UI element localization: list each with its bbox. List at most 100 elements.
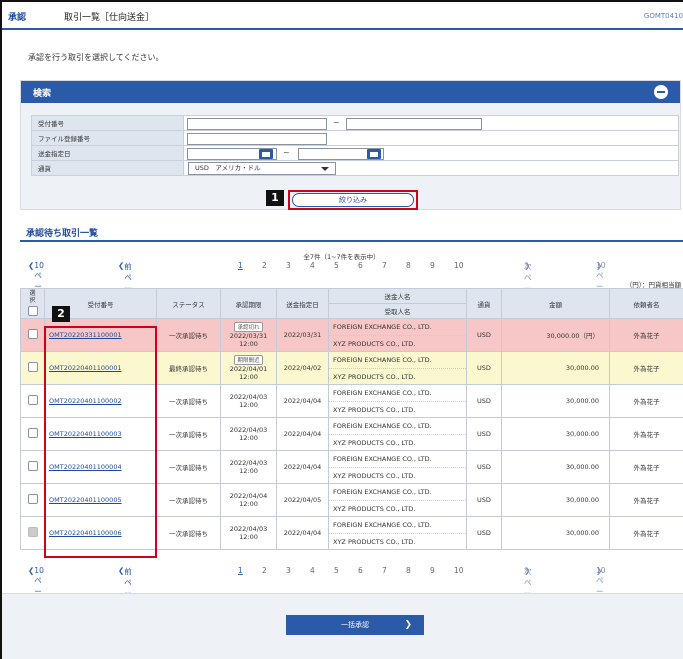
status-cell: 一次承認待ち: [156, 417, 221, 451]
page-title: 取引一覧［仕向送金］: [64, 13, 155, 23]
prev10-link[interactable]: ❮ 10ページ前: [28, 566, 44, 618]
bulk-approve-button[interactable]: 一括承認 ❯: [286, 615, 424, 635]
highlight-box: [44, 326, 157, 558]
next-page-link[interactable]: 次ページ ❯: [524, 566, 532, 609]
page-link[interactable]: 2: [262, 566, 267, 575]
page-link[interactable]: 7: [382, 261, 387, 270]
requester-header[interactable]: 依頼者名: [609, 288, 683, 319]
deadline-cell: 承認切れ 2022/03/31 12:00: [220, 318, 277, 352]
prev-page-link[interactable]: ❮ 前ページ: [118, 566, 132, 609]
send-date-cell: 2022/03/31: [276, 318, 329, 352]
beneficiary-cell: XYZ PRODUCTS CO., LTD.: [328, 335, 467, 352]
callout-badge: 1: [266, 190, 284, 206]
send-date-cell: 2022/04/04: [276, 417, 329, 451]
calendar-icon[interactable]: [259, 149, 273, 159]
page-link[interactable]: 3: [286, 566, 291, 575]
amount-cell: 30,000.00: [501, 516, 610, 550]
amount-cell: 30,000.00（円）: [501, 318, 610, 352]
page-link[interactable]: 5: [334, 566, 339, 575]
calendar-icon[interactable]: [367, 149, 381, 159]
beneficiary-cell: XYZ PRODUCTS CO., LTD.: [328, 533, 467, 550]
collapse-icon[interactable]: [654, 85, 668, 99]
page-link[interactable]: 1: [238, 261, 243, 270]
divider: [20, 240, 683, 242]
remitter-header[interactable]: 送金人名: [328, 288, 467, 304]
page-link[interactable]: 8: [406, 566, 411, 575]
requester-cell: 外為花子: [609, 450, 683, 484]
page-link[interactable]: 2: [262, 261, 267, 270]
result-count: 全7件（1~7件を表示中）: [303, 253, 380, 261]
amount-cell: 30,000.00: [501, 351, 610, 385]
page-link[interactable]: 3: [286, 261, 291, 270]
pagination-top: ❮ 10ページ前 ❮ 前ページ 1 2 3 4 5 6 7 8 9 10 次ペー…: [26, 261, 683, 313]
receipt-no-from-input[interactable]: [187, 118, 327, 130]
next10-link[interactable]: 10ページ次 ❯: [596, 261, 606, 313]
row-checkbox[interactable]: [27, 428, 38, 438]
row-checkbox[interactable]: [27, 362, 38, 372]
row-checkbox[interactable]: [27, 461, 38, 471]
search-title: 検索: [33, 89, 52, 99]
currency-cell: USD: [466, 483, 502, 517]
status-cell: 最終承認待ち: [156, 351, 221, 385]
footer-bar: 一括承認 ❯: [2, 593, 683, 659]
requester-cell: 外為花子: [609, 351, 683, 385]
beneficiary-header[interactable]: 受取人名: [328, 303, 467, 319]
amount-header[interactable]: 金額: [501, 288, 610, 319]
page-link[interactable]: 5: [334, 261, 339, 270]
search-panel-header[interactable]: 検索: [21, 81, 680, 103]
send-date-header[interactable]: 送金指定日: [276, 288, 329, 319]
page-link[interactable]: 4: [310, 261, 315, 270]
status-header[interactable]: ステータス: [156, 288, 221, 319]
page-link[interactable]: 9: [430, 566, 435, 575]
deadline-header[interactable]: 承認期限: [220, 288, 277, 319]
currency-header[interactable]: 通貨: [466, 288, 502, 319]
range-tilde: ~: [333, 118, 340, 127]
status-cell: 一次承認待ち: [156, 384, 221, 418]
page-link[interactable]: 9: [430, 261, 435, 270]
row-checkbox[interactable]: [27, 494, 38, 504]
requester-cell: 外為花子: [609, 318, 683, 352]
page-link[interactable]: 7: [382, 566, 387, 575]
list-title: 承認待ち取引一覧: [26, 229, 99, 239]
row-checkbox: [27, 527, 38, 537]
prev-page-link[interactable]: ❮ 前ページ: [118, 261, 132, 304]
remitter-cell: FOREIGN EXCHANGE CO., LTD.: [328, 318, 467, 336]
receipt-no-to-input[interactable]: [346, 118, 482, 130]
remitter-cell: FOREIGN EXCHANGE CO., LTD.: [328, 384, 467, 402]
chevron-right-icon: ❯: [404, 620, 412, 630]
currency-select[interactable]: USD アメリカ・ドル: [188, 162, 336, 175]
page-link[interactable]: 10: [454, 261, 464, 270]
header-bar: 承認 取引一覧［仕向送金］ GOMT0410: [2, 2, 683, 30]
select-all-checkbox[interactable]: [27, 305, 38, 316]
page-link[interactable]: 10: [454, 566, 464, 575]
send-date-cell: 2022/04/05: [276, 483, 329, 517]
page-link[interactable]: 6: [358, 566, 363, 575]
page-link[interactable]: 4: [310, 566, 315, 575]
pagination-bottom: ❮ 10ページ前 ❮ 前ページ 1 2 3 4 5 6 7 8 9 10 次ペー…: [26, 566, 683, 618]
remitter-cell: FOREIGN EXCHANGE CO., LTD.: [328, 417, 467, 435]
send-date-label: 送金指定日: [31, 145, 184, 161]
row-checkbox[interactable]: [27, 395, 38, 405]
beneficiary-cell: XYZ PRODUCTS CO., LTD.: [328, 368, 467, 385]
requester-cell: 外為花子: [609, 384, 683, 418]
narrow-button[interactable]: 絞り込み: [292, 193, 414, 207]
deadline-cell: 2022/04/04 12:00: [220, 483, 277, 517]
page-link[interactable]: 8: [406, 261, 411, 270]
range-tilde: ~: [283, 148, 290, 157]
deadline-cell: 2022/04/03 12:00: [220, 450, 277, 484]
next10-link[interactable]: 10ページ次 ❯: [596, 566, 606, 618]
send-date-cell: 2022/04/02: [276, 351, 329, 385]
prev10-link[interactable]: ❮ 10ページ前: [28, 261, 44, 313]
page-link[interactable]: 6: [358, 261, 363, 270]
next-page-link[interactable]: 次ページ ❯: [524, 261, 532, 304]
search-form: 受付番号 ~ ファイル登録番号 送金指定日 ~ 通貨 USD アメリカ・ドル: [31, 115, 679, 176]
screen-kind: 承認: [8, 13, 27, 23]
row-checkbox[interactable]: [27, 329, 38, 339]
status-cell: 一次承認待ち: [156, 318, 221, 352]
select-header: 選択: [20, 288, 45, 319]
file-no-input[interactable]: [187, 133, 327, 145]
currency-cell: USD: [466, 351, 502, 385]
requester-cell: 外為花子: [609, 417, 683, 451]
page-link[interactable]: 1: [238, 566, 243, 575]
file-no-label: ファイル登録番号: [31, 130, 184, 146]
